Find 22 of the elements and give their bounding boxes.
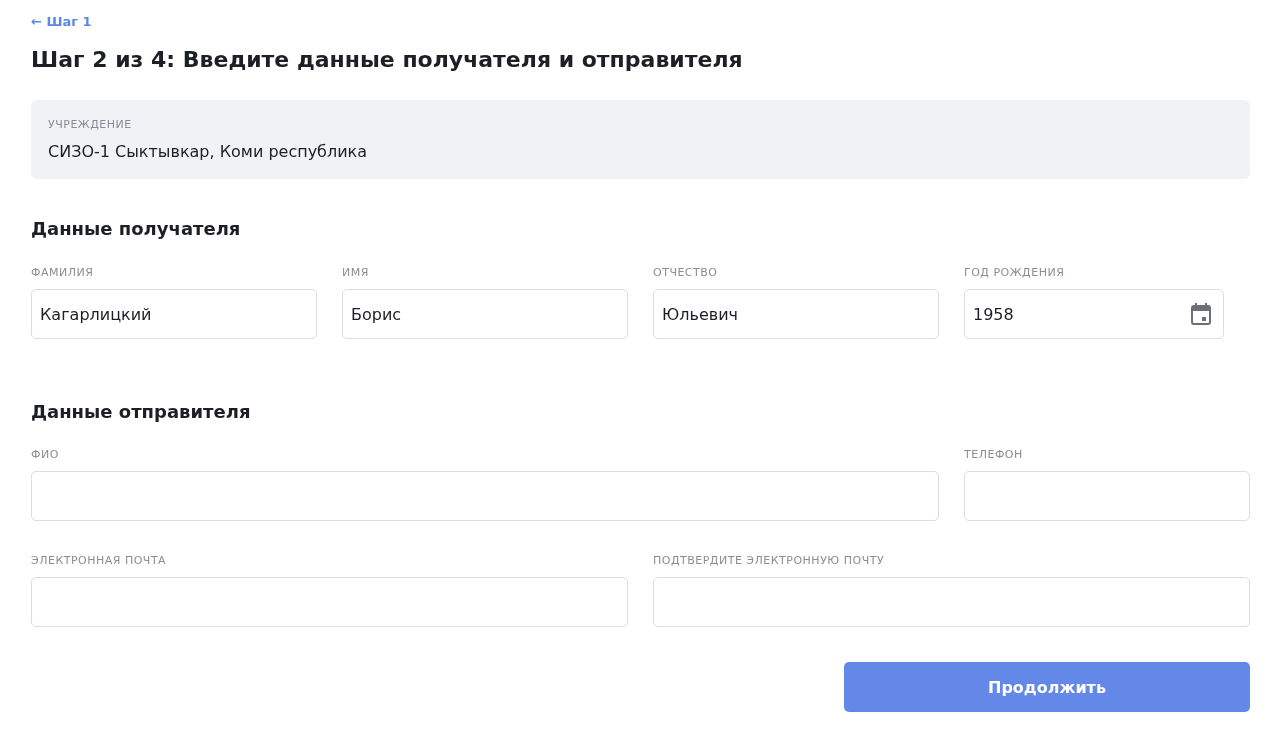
field-label: ПОДТВЕРДИТЕ ЭЛЕКТРОННУЮ ПОЧТУ <box>653 553 886 569</box>
field-label: ФАМИЛИЯ <box>31 265 95 281</box>
field-label: ОТЧЕСТВО <box>653 265 719 281</box>
input-field[interactable] <box>964 471 1250 521</box>
input-field[interactable]: Кагарлицкий <box>31 289 317 339</box>
field-label: ТЕЛЕФОН <box>964 447 1024 463</box>
input-field[interactable]: 1958 <box>964 289 1224 339</box>
field-label: ФИО <box>31 447 60 463</box>
field-label: УЧРЕЖДЕНИЕ <box>48 117 133 133</box>
input-field[interactable] <box>31 577 628 627</box>
section-heading: Данные отправителя <box>31 400 252 424</box>
input-field[interactable]: Борис <box>342 289 628 339</box>
field-label: ЭЛЕКТРОННАЯ ПОЧТА <box>31 553 168 569</box>
page-title: Шаг 2 из 4: Введите данные получателя и отправителя <box>31 46 744 74</box>
input-field[interactable] <box>31 471 939 521</box>
institution-name: СИЗО-1 Сыктывкар, Коми республика <box>48 142 369 161</box>
input-field[interactable] <box>653 577 1250 627</box>
field-label: ИМЯ <box>342 265 370 281</box>
input-field[interactable]: Юльевич <box>653 289 939 339</box>
field-label: ГОД РОЖДЕНИЯ <box>964 265 1066 281</box>
section-heading: Данные получателя <box>31 217 242 241</box>
calendar-icon <box>1191 303 1211 325</box>
